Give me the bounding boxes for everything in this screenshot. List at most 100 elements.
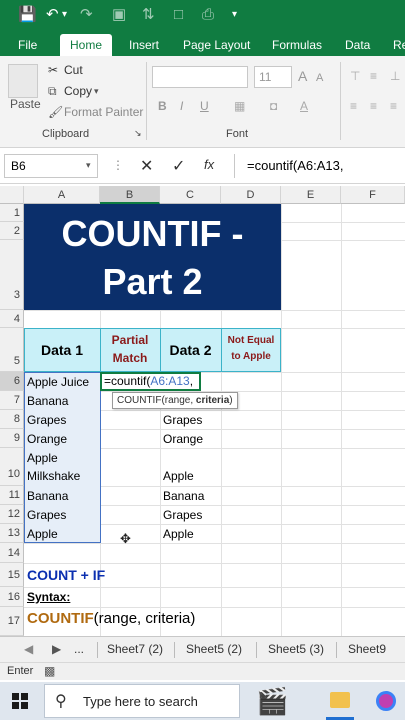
row-header[interactable]: 7 — [0, 391, 24, 410]
data1-cell[interactable]: Orange — [27, 432, 67, 446]
row-header[interactable]: 14 — [0, 543, 24, 563]
scissors-icon[interactable]: ✂ — [48, 62, 58, 78]
data1-cell[interactable]: Apple — [27, 527, 58, 541]
row-header[interactable]: 15 — [0, 563, 24, 587]
copilot-icon[interactable] — [376, 691, 396, 711]
align-top-icon[interactable]: ⊤ — [350, 68, 360, 84]
decrease-font-icon[interactable]: A — [316, 70, 323, 86]
formula-input[interactable]: =countif(A6:A13, — [234, 154, 405, 178]
undo-icon[interactable]: ↶ — [46, 5, 59, 25]
italic-button[interactable]: I — [180, 98, 183, 114]
cancel-icon[interactable]: ✕ — [140, 156, 153, 176]
camera-icon[interactable]: ▣ — [112, 5, 126, 25]
column-header[interactable]: E — [281, 186, 341, 204]
format-painter-icon[interactable]: 🖌 — [48, 104, 63, 120]
row-header[interactable]: 12 — [0, 505, 24, 524]
data1-cell[interactable]: Grapes — [27, 508, 66, 522]
paste-button[interactable]: Paste — [10, 96, 41, 112]
taskbar-search-box[interactable]: ⚲ Type here to search — [44, 684, 240, 718]
sheet-tab[interactable]: Sheet5 (2) — [186, 642, 242, 656]
row-header[interactable]: 2 — [0, 222, 24, 240]
customize-quick-access-icon[interactable]: ▾ — [232, 5, 237, 25]
column-header[interactable]: A — [24, 186, 100, 204]
windows-start-icon[interactable] — [12, 693, 28, 709]
scroll-left-icon[interactable]: ◀ — [24, 642, 33, 656]
header-data1[interactable]: Data 1 — [24, 342, 100, 358]
accessibility-icon[interactable]: ▩ — [44, 664, 55, 678]
data2-cell[interactable]: Orange — [163, 432, 203, 446]
data2-cell[interactable]: Apple — [163, 527, 194, 541]
font-size-box[interactable]: 11 — [254, 66, 292, 88]
paste-icon[interactable] — [8, 64, 38, 98]
data1-cell[interactable]: Apple Juice — [27, 375, 89, 389]
header-partial-1[interactable]: Partial — [100, 333, 160, 347]
copy-icon[interactable]: ⧉ — [48, 83, 57, 99]
data1-cell[interactable]: Apple — [27, 451, 58, 465]
data2-cell[interactable]: Grapes — [163, 508, 202, 522]
row-header[interactable]: 11 — [0, 486, 24, 505]
copy-button[interactable]: Copy — [64, 83, 92, 99]
name-box[interactable]: B6 — [4, 154, 98, 178]
print-icon[interactable]: ⎙ — [202, 5, 214, 25]
row-header[interactable]: 8 — [0, 410, 24, 429]
redo-icon[interactable]: ↷ — [80, 5, 93, 25]
active-cell-editor[interactable]: =countif(A6:A13, — [100, 372, 201, 391]
name-box-dropdown-icon[interactable]: ▾ — [86, 160, 91, 171]
align-left-icon[interactable]: ≡ — [350, 98, 357, 114]
data1-cell[interactable]: Banana — [27, 394, 68, 408]
row-header[interactable]: 10 — [0, 448, 24, 486]
more-sheets-button[interactable]: ... — [74, 642, 84, 656]
font-color-icon[interactable]: A — [300, 98, 308, 114]
tab-review[interactable]: Re — [393, 34, 405, 56]
font-name-box[interactable] — [152, 66, 248, 88]
tab-data[interactable]: Data — [345, 34, 370, 56]
format-painter-button[interactable]: Format Painter — [64, 104, 143, 120]
header-data2[interactable]: Data 2 — [160, 342, 221, 358]
document-icon[interactable]: □ — [174, 5, 183, 25]
undo-dropdown-icon[interactable]: ▾ — [62, 5, 67, 25]
sheet-tab[interactable]: Sheet5 (3) — [268, 642, 324, 656]
header-not-equal-2[interactable]: to Apple — [221, 351, 281, 362]
row-header[interactable]: 1 — [0, 204, 24, 222]
data1-cell[interactable]: Milkshake — [27, 469, 80, 483]
row-header[interactable]: 5 — [0, 328, 24, 372]
bold-button[interactable]: B — [158, 98, 167, 114]
function-tooltip[interactable]: COUNTIF(range, criteria) — [112, 392, 238, 409]
enter-icon[interactable]: ✓ — [172, 156, 185, 176]
align-right-icon[interactable]: ≡ — [390, 98, 397, 114]
column-header[interactable]: D — [221, 186, 281, 204]
sort-icon[interactable]: ⇅ — [142, 5, 155, 25]
align-middle-icon[interactable]: ≡ — [370, 68, 377, 84]
align-bottom-icon[interactable]: ⊥ — [390, 68, 400, 84]
column-header[interactable]: B — [100, 186, 160, 204]
increase-font-icon[interactable]: A — [298, 68, 307, 84]
row-header[interactable]: 6 — [0, 372, 24, 391]
column-header[interactable]: F — [341, 186, 405, 204]
file-explorer-icon[interactable] — [330, 692, 350, 708]
tab-home[interactable]: Home — [60, 34, 113, 56]
row-header[interactable]: 17 — [0, 607, 24, 636]
sheet-tab[interactable]: Sheet7 (2) — [107, 642, 163, 656]
syntax-label[interactable]: Syntax: — [27, 590, 70, 604]
row-header[interactable]: 4 — [0, 310, 24, 328]
sheet-tab[interactable]: Sheet9 — [348, 642, 386, 656]
header-not-equal-1[interactable]: Not Equal — [221, 335, 281, 346]
scroll-right-icon[interactable]: ▶ — [52, 642, 61, 656]
cut-button[interactable]: Cut — [64, 62, 83, 78]
underline-button[interactable]: U — [200, 98, 209, 114]
data1-cell[interactable]: Grapes — [27, 413, 66, 427]
borders-icon[interactable]: ▦ — [234, 98, 245, 114]
copy-dropdown-icon[interactable]: ▾ — [94, 83, 99, 99]
data2-cell[interactable]: Banana — [163, 489, 204, 503]
tab-formulas[interactable]: Formulas — [272, 34, 322, 56]
row-header[interactable]: 3 — [0, 240, 24, 310]
row-header[interactable]: 16 — [0, 587, 24, 607]
data2-cell[interactable]: Grapes — [163, 413, 202, 427]
insert-function-icon[interactable]: fx — [204, 157, 214, 172]
count-if-note[interactable]: COUNT + IF — [27, 567, 105, 583]
clipboard-launcher-icon[interactable]: ↘ — [134, 128, 142, 139]
syntax-line[interactable]: COUNTIF(range, criteria) — [27, 610, 195, 627]
header-partial-2[interactable]: Match — [100, 351, 160, 365]
select-all-corner[interactable] — [0, 186, 24, 204]
tab-insert[interactable]: Insert — [129, 34, 159, 56]
